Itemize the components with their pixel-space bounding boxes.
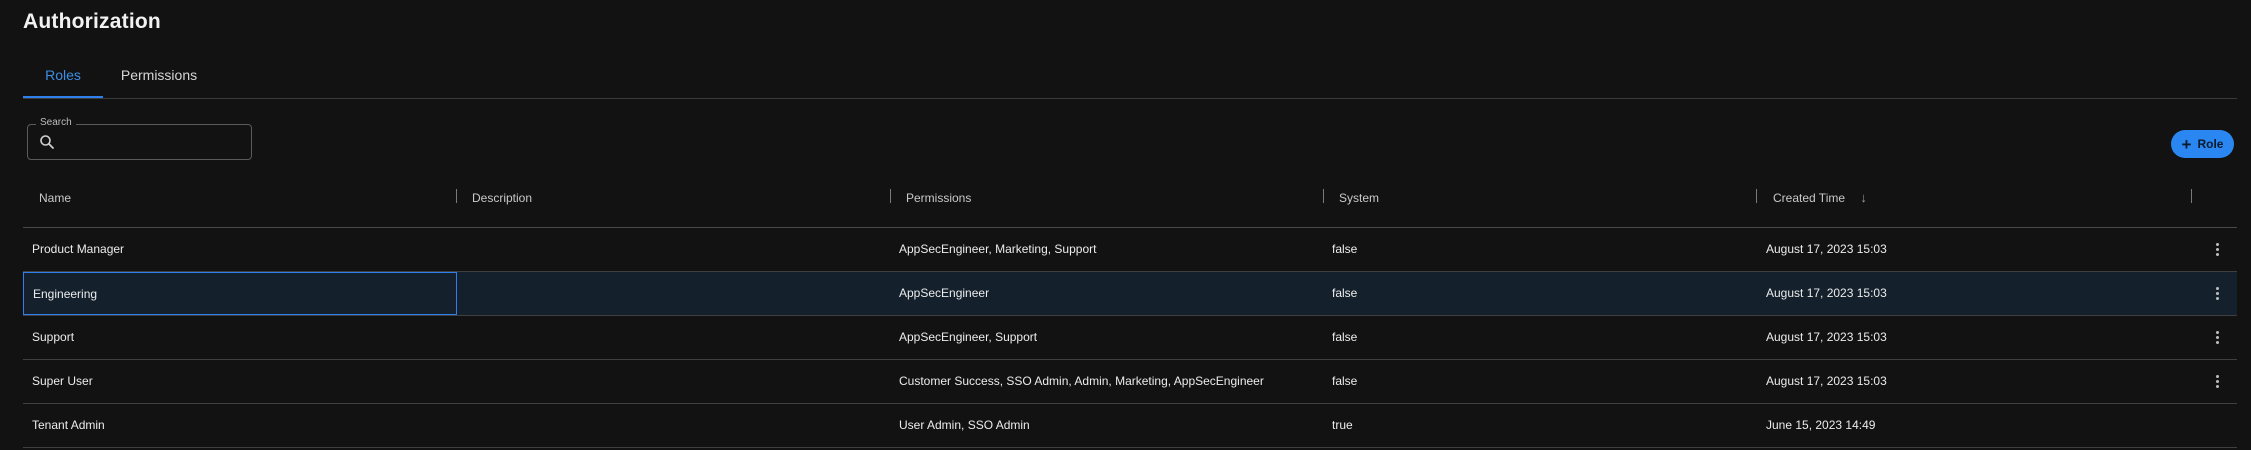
column-header-description[interactable]: Description <box>472 175 532 227</box>
cell-name[interactable]: Product Manager <box>32 228 124 271</box>
cell-permissions[interactable]: User Admin, SSO Admin <box>899 404 1030 447</box>
tab-roles[interactable]: Roles <box>23 58 103 98</box>
table-header: Name Description Permissions System Crea… <box>23 175 2237 228</box>
column-header-created-time-label: Created Time <box>1773 191 1846 205</box>
cell-system[interactable]: false <box>1332 360 1357 403</box>
table-row[interactable]: Tenant Admin User Admin, SSO Admin true … <box>23 404 2237 448</box>
column-separator[interactable] <box>456 189 457 203</box>
cell-system[interactable]: false <box>1332 272 1357 315</box>
cell-system[interactable]: false <box>1332 228 1357 271</box>
column-header-permissions[interactable]: Permissions <box>906 175 971 227</box>
table-row[interactable]: Engineering AppSecEngineer false August … <box>23 272 2237 316</box>
search-field[interactable]: Search <box>27 117 252 160</box>
plus-icon: + <box>2181 134 2192 154</box>
search-label: Search <box>36 117 76 128</box>
sort-descending-icon[interactable]: ↓ <box>1860 175 1867 221</box>
cell-created-time[interactable]: August 17, 2023 15:03 <box>1766 228 1887 271</box>
row-menu-icon[interactable] <box>2209 285 2225 301</box>
column-separator[interactable] <box>1323 189 1324 203</box>
row-menu-icon[interactable] <box>2209 329 2225 345</box>
add-role-button[interactable]: + Role <box>2171 130 2234 158</box>
cell-created-time[interactable]: August 17, 2023 15:03 <box>1766 360 1887 403</box>
tab-permissions[interactable]: Permissions <box>103 58 215 96</box>
search-input[interactable] <box>62 129 246 155</box>
cell-created-time[interactable]: June 15, 2023 14:49 <box>1766 404 1875 447</box>
column-separator[interactable] <box>890 189 891 203</box>
cell-permissions[interactable]: AppSecEngineer <box>899 272 989 315</box>
tab-bar: Roles Permissions <box>23 58 2237 99</box>
search-icon <box>40 135 54 149</box>
cell-name[interactable]: Support <box>32 316 74 359</box>
cell-system[interactable]: true <box>1332 404 1353 447</box>
column-separator[interactable] <box>1756 189 1757 203</box>
cell-system[interactable]: false <box>1332 316 1357 359</box>
cell-name[interactable]: Super User <box>32 360 93 403</box>
cell-created-time[interactable]: August 17, 2023 15:03 <box>1766 316 1887 359</box>
table-row[interactable]: Support AppSecEngineer, Support false Au… <box>23 316 2237 360</box>
cell-permissions[interactable]: AppSecEngineer, Support <box>899 316 1037 359</box>
column-header-created-time[interactable]: Created Time ↓ <box>1773 175 1867 227</box>
column-separator[interactable] <box>2191 189 2192 203</box>
roles-table: Name Description Permissions System Crea… <box>23 175 2237 448</box>
row-menu-icon[interactable] <box>2209 241 2225 257</box>
row-menu-icon[interactable] <box>2209 373 2225 389</box>
table-row[interactable]: Super User Customer Success, SSO Admin, … <box>23 360 2237 404</box>
table-row[interactable]: Product Manager AppSecEngineer, Marketin… <box>23 228 2237 272</box>
add-role-label: Role <box>2197 137 2224 151</box>
cell-name[interactable]: Engineering <box>23 272 457 315</box>
page-title: Authorization <box>23 10 161 33</box>
column-header-system[interactable]: System <box>1339 175 1379 227</box>
cell-name[interactable]: Tenant Admin <box>32 404 105 447</box>
cell-permissions[interactable]: AppSecEngineer, Marketing, Support <box>899 228 1096 271</box>
column-header-name[interactable]: Name <box>39 175 71 227</box>
cell-created-time[interactable]: August 17, 2023 15:03 <box>1766 272 1887 315</box>
authorization-page: Authorization Roles Permissions Search +… <box>0 0 2251 450</box>
cell-permissions[interactable]: Customer Success, SSO Admin, Admin, Mark… <box>899 360 1264 403</box>
